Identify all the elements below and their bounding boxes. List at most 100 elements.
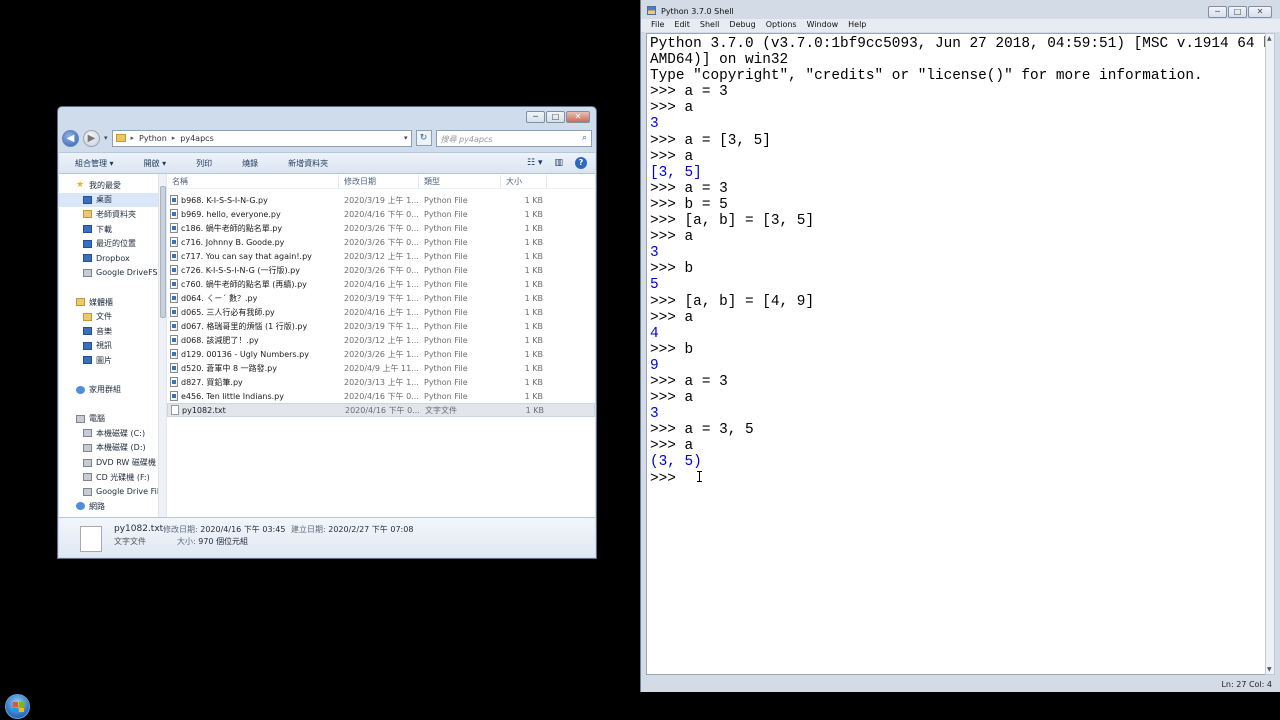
change-view-button[interactable]: ☷ ▾ [527,158,542,168]
nav-item[interactable]: DVD RW 磁碟機 [59,455,166,470]
nav-item[interactable]: 本機磁碟 (C:) [59,426,166,441]
nav-item[interactable]: 本機磁碟 (D:) [59,441,166,456]
navigation-scrollbar[interactable] [158,174,166,518]
minimize-button[interactable]: ─ [1208,6,1227,18]
menu-window[interactable]: Window [807,19,844,32]
file-type: Python File [424,349,468,359]
text-file-icon [171,405,179,415]
preview-pane-button[interactable]: ▥ [554,158,563,168]
nav-item[interactable]: 最近的位置 [59,236,166,251]
breadcrumb-py4apcs[interactable]: py4apcs [180,134,213,143]
file-row[interactable]: c717. You can say that again!.py 2020/3/1… [167,249,595,263]
nav-item[interactable]: 媒體櫃 [59,295,166,310]
nav-item[interactable]: Google Drive Fil [59,484,166,499]
file-row[interactable]: c726. K-I-S-S-I-N-G (一行版).py 2020/3/26 下午… [167,263,595,277]
python-file-icon [170,377,178,387]
prompt-line: >>> a [650,438,694,455]
python-file-icon [170,335,178,345]
file-modified: 2020/4/16 上午 1... [344,279,419,289]
burn-button[interactable]: 燒錄 [226,158,272,169]
file-row[interactable]: d520. 蒼軍中 8 一路發.py 2020/4/9 上午 11... Pytho… [167,361,595,375]
help-icon[interactable]: ? [575,157,587,169]
back-button[interactable]: ◀ [62,129,79,147]
close-button[interactable]: ✕ [566,111,590,123]
menu-file[interactable]: File [651,19,669,32]
shell-text-area[interactable]: Python 3.7.0 (v3.7.0:1bf9cc5093, Jun 27 … [646,33,1266,675]
print-button[interactable]: 列印 [180,158,226,169]
documents-icon [83,312,92,321]
menu-options[interactable]: Options [766,19,802,32]
explorer-titlebar[interactable]: ─ □ ✕ [58,107,596,127]
search-input[interactable]: 搜尋 py4apcs ⌕ [435,129,592,147]
minimize-button[interactable]: ─ [526,111,545,123]
nav-item[interactable]: 圖片 [59,353,166,368]
drive-icon [83,487,92,496]
nav-item[interactable]: 視訊 [59,339,166,354]
python-file-icon [170,391,178,401]
nav-item[interactable]: 桌面 [59,192,166,208]
file-row[interactable]: e456. Ten little Indians.py 2020/4/16 下午 … [167,389,595,403]
nav-item[interactable]: 老師資料夾 [59,207,166,222]
column-name[interactable]: 名稱 [167,174,339,188]
file-name-cell: d068. 該減肥了！.py [167,335,339,346]
file-name-cell: d520. 蒼軍中 8 一路發.py [167,363,339,374]
nav-item[interactable]: 網路 [59,499,166,514]
file-modified: 2020/3/19 下午 1... [344,321,419,331]
file-row[interactable]: d827. 買鉛筆.py 2020/3/13 上午 1... Python File… [167,375,595,389]
address-dropdown-icon[interactable]: ▾ [404,134,408,142]
scroll-up-icon[interactable]: ▲ [1267,35,1272,42]
file-row[interactable]: d067. 格瑞哥里的煩惱 (1 行版).py 2020/3/19 下午 1...… [167,319,595,333]
file-name: b968. K-I-S-S-I-N-G.py [181,195,268,205]
column-modified[interactable]: 修改日期 [339,174,419,188]
close-button[interactable]: ✕ [1248,6,1272,18]
file-row[interactable]: d129. 00136 - Ugly Numbers.py 2020/3/26 上… [167,347,595,361]
refresh-button[interactable]: ↻ [415,130,432,146]
column-type[interactable]: 類型 [419,174,501,188]
nav-item[interactable]: 家用群組 [59,382,166,397]
nav-item[interactable]: 音樂 [59,324,166,339]
recent-pages-dropdown[interactable]: ▾ [104,134,108,142]
scrollbar-thumb[interactable] [160,186,166,318]
nav-item-label: Google Drive Fil [96,487,160,497]
menu-edit[interactable]: Edit [674,19,695,32]
scroll-down-icon[interactable]: ▼ [1267,666,1272,673]
python-file-icon [170,349,178,359]
nav-item-label: 圖片 [96,355,112,365]
nav-item[interactable]: 下載 [59,222,166,237]
nav-item[interactable]: 電腦 [59,412,166,427]
file-row[interactable]: py1082.txt 2020/4/16 下午 0... 文字文件 1 KB [167,403,595,417]
shell-scrollbar[interactable]: ▲ ▼ [1265,33,1275,675]
file-name: d065. 三人行必有我師.py [181,307,275,317]
menu-help[interactable]: Help [848,19,871,32]
new-folder-button[interactable]: 新增資料夾 [272,158,342,169]
file-row[interactable]: c760. 蝸牛老師的點名單 (再續).py 2020/4/16 上午 1... P… [167,277,595,291]
nav-item[interactable]: Google DriveFS [59,266,166,281]
menu-debug[interactable]: Debug [729,19,760,32]
file-size: 1 KB [524,251,543,261]
file-row[interactable]: b969. hello, everyone.py 2020/4/16 下午 0..… [167,207,595,221]
start-button[interactable] [5,694,30,719]
prompt-line: >>> a [650,100,694,117]
file-row[interactable]: c716. Johnny B. Goode.py 2020/3/26 下午 0..… [167,235,595,249]
file-row[interactable]: d065. 三人行必有我師.py 2020/4/16 上午 1... Python … [167,305,595,319]
shell-titlebar[interactable]: Python 3.7.0 Shell ─ □ ✕ [641,0,1280,19]
file-row[interactable]: c186. 蝸牛老師的點名單.py 2020/3/26 下午 0... Python… [167,221,595,235]
file-row[interactable]: d068. 該減肥了！.py 2020/3/12 上午 1... Python Fi… [167,333,595,347]
maximize-button[interactable]: □ [546,111,565,123]
nav-item[interactable]: CD 光碟機 (F:) [59,470,166,485]
open-button[interactable]: 開啟 ▾ [128,158,181,169]
column-size[interactable]: 大小 [501,174,547,188]
python-file-icon [170,195,178,205]
file-row[interactable]: b968. K-I-S-S-I-N-G.py 2020/3/19 上午 1... P… [167,193,595,207]
menu-shell[interactable]: Shell [700,19,725,32]
nav-item[interactable]: 文件 [59,309,166,324]
nav-item[interactable]: Dropbox [59,251,166,266]
file-row[interactable]: d064. ㄑㄧˊ 數？.py 2020/3/19 下午 1... Python F… [167,291,595,305]
forward-button[interactable]: ▶ [83,129,100,147]
address-bar[interactable]: ▸ Python ▸ py4apcs ▾ [111,129,412,147]
breadcrumb-python[interactable]: Python [139,134,167,143]
nav-item[interactable]: ★ 我的最愛 [59,178,166,193]
maximize-button[interactable]: □ [1228,6,1247,18]
organize-button[interactable]: 組合管理 ▾ [59,158,128,169]
drive-c-icon [83,429,92,438]
